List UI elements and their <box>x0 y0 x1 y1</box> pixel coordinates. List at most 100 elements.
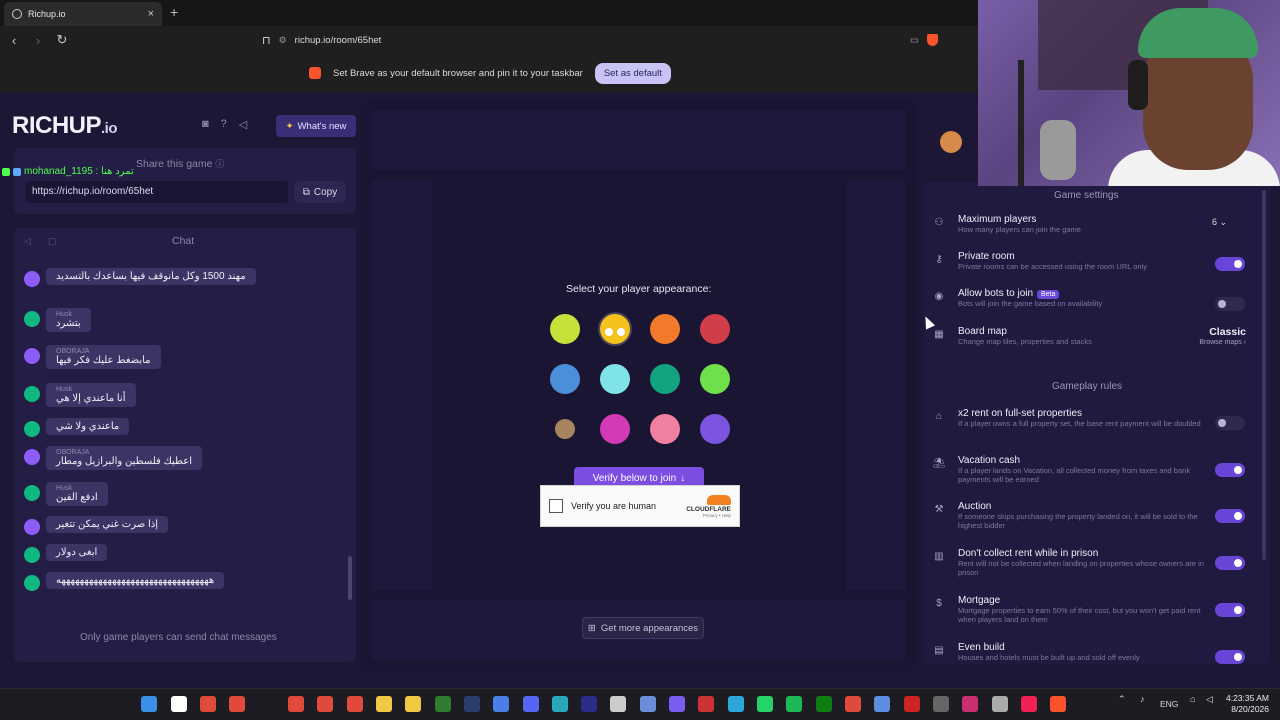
chat-avatar[interactable] <box>24 449 40 465</box>
appearance-swatch[interactable] <box>700 414 730 444</box>
chat-avatar[interactable] <box>24 485 40 501</box>
app-icon[interactable] <box>874 696 890 712</box>
chat-avatar[interactable] <box>24 575 40 591</box>
site-info-icon[interactable]: ⚙ <box>279 35 287 46</box>
setting-toggle[interactable] <box>1215 416 1245 430</box>
address-bar[interactable]: ⊓ ⚙ richup.io/room/65het ▭ <box>262 30 942 50</box>
setting-toggle[interactable] <box>1215 257 1245 271</box>
excel-icon[interactable] <box>435 696 451 712</box>
chat-avatar[interactable] <box>24 386 40 402</box>
help-icon[interactable]: ? <box>221 118 227 131</box>
whatsapp-icon[interactable] <box>757 696 773 712</box>
appearance-swatch[interactable] <box>650 314 680 344</box>
chrome-icon[interactable] <box>288 696 304 712</box>
reload-icon[interactable]: ↻ <box>52 32 72 48</box>
app-icon[interactable] <box>493 696 509 712</box>
bookmark-icon[interactable]: ⊓ <box>262 34 271 47</box>
back-icon[interactable]: ‹ <box>4 33 24 48</box>
chat-scrollbar[interactable] <box>348 556 352 600</box>
appearance-swatch[interactable] <box>600 414 630 444</box>
brave-shield-icon[interactable] <box>927 34 938 46</box>
appearance-swatch[interactable] <box>650 364 680 394</box>
chat-settings-icon[interactable]: ▢ <box>48 236 57 247</box>
record-icon[interactable] <box>904 696 920 712</box>
spotify-icon[interactable] <box>786 696 802 712</box>
richup-logo[interactable]: RICHUP.io <box>12 112 118 140</box>
chat-avatar[interactable] <box>24 547 40 563</box>
discord-icon[interactable]: ◙ <box>202 118 209 131</box>
sound-icon[interactable]: ◁ <box>239 118 247 131</box>
new-tab-button[interactable]: + <box>170 4 178 20</box>
chrome-icon[interactable] <box>200 696 216 712</box>
search-icon[interactable] <box>171 696 187 712</box>
chat-avatar[interactable] <box>24 519 40 535</box>
chat-avatar[interactable] <box>24 348 40 364</box>
language-indicator[interactable]: ENG <box>1160 699 1178 709</box>
captcha-checkbox[interactable] <box>549 499 563 513</box>
premiere-icon[interactable] <box>581 696 597 712</box>
eyes-icon <box>617 328 625 336</box>
volume-icon[interactable]: ◁ <box>1206 694 1213 705</box>
appearance-swatch[interactable] <box>650 414 680 444</box>
xbox-icon[interactable] <box>816 696 832 712</box>
avatar[interactable] <box>940 131 962 153</box>
get-more-appearances-button[interactable]: ⊞ Get more appearances <box>582 617 704 639</box>
steam-icon[interactable] <box>464 696 480 712</box>
browse-maps-link[interactable]: Browse maps › <box>1180 339 1246 346</box>
app-icon[interactable] <box>610 696 626 712</box>
copy-button[interactable]: ⧉ Copy <box>294 181 346 203</box>
chrome-icon[interactable] <box>229 696 245 712</box>
app-icon[interactable] <box>698 696 714 712</box>
discord-icon[interactable] <box>523 696 539 712</box>
app-icon[interactable] <box>992 696 1008 712</box>
tiktok-icon[interactable] <box>1021 696 1037 712</box>
brave-icon[interactable] <box>1050 696 1066 712</box>
tray-chevron-icon[interactable]: ⌃ <box>1118 694 1126 705</box>
notes-icon[interactable] <box>405 696 421 712</box>
captcha-links[interactable]: Privacy • Help <box>686 513 731 518</box>
appearance-swatch[interactable] <box>700 364 730 394</box>
windows-start-icon[interactable] <box>141 696 157 712</box>
teams-icon[interactable] <box>669 696 685 712</box>
appearance-swatch[interactable] <box>700 314 730 344</box>
tab-richup[interactable]: Richup.io × <box>4 2 162 26</box>
app-icon[interactable] <box>962 696 978 712</box>
url-text[interactable]: richup.io/room/65het <box>295 35 382 46</box>
telegram-icon[interactable] <box>728 696 744 712</box>
setting-toggle[interactable] <box>1215 556 1245 570</box>
app-icon[interactable] <box>640 696 656 712</box>
appearance-swatch[interactable] <box>550 364 580 394</box>
appearance-swatch[interactable] <box>555 419 575 439</box>
app-icon[interactable] <box>933 696 949 712</box>
setting-toggle[interactable] <box>1215 463 1245 477</box>
chat-avatar[interactable] <box>24 421 40 437</box>
forward-icon[interactable]: › <box>28 33 48 48</box>
setting-toggle[interactable] <box>1215 603 1245 617</box>
setting-toggle[interactable] <box>1215 509 1245 523</box>
share-url-field[interactable]: https://richup.io/room/65het <box>26 181 288 203</box>
whats-new-button[interactable]: ✦ What's new <box>276 115 356 137</box>
appearance-swatch[interactable] <box>550 314 580 344</box>
max-players-select[interactable]: 6 ⌄ <box>1212 217 1227 228</box>
taskbar-clock[interactable]: 4:23:35 AM 8/20/2026 <box>1226 693 1269 715</box>
set-default-button[interactable]: Set as default <box>594 62 671 84</box>
appearance-swatch[interactable] <box>600 364 630 394</box>
file-explorer-icon[interactable] <box>376 696 392 712</box>
mic-tray-icon[interactable]: ♪ <box>1140 694 1145 704</box>
chat-avatar[interactable] <box>24 271 40 287</box>
chrome-icon[interactable] <box>347 696 363 712</box>
edge-icon[interactable] <box>552 696 568 712</box>
settings-scrollbar[interactable] <box>1262 190 1266 560</box>
reader-icon[interactable]: ▭ <box>910 35 919 46</box>
info-icon[interactable]: ⓘ <box>215 159 224 169</box>
mute-chat-icon[interactable]: ◁ <box>24 236 31 247</box>
appearance-swatch[interactable] <box>600 314 630 344</box>
setting-toggle[interactable] <box>1215 650 1245 664</box>
network-icon[interactable]: ⌂ <box>1190 694 1195 704</box>
setting-toggle[interactable] <box>1215 297 1245 311</box>
app-icon[interactable] <box>845 696 861 712</box>
close-tab-icon[interactable]: × <box>148 8 154 20</box>
chat-avatar[interactable] <box>24 311 40 327</box>
setting-text: x2 rent on full-set properties If a playe… <box>958 408 1201 428</box>
chrome-icon[interactable] <box>317 696 333 712</box>
